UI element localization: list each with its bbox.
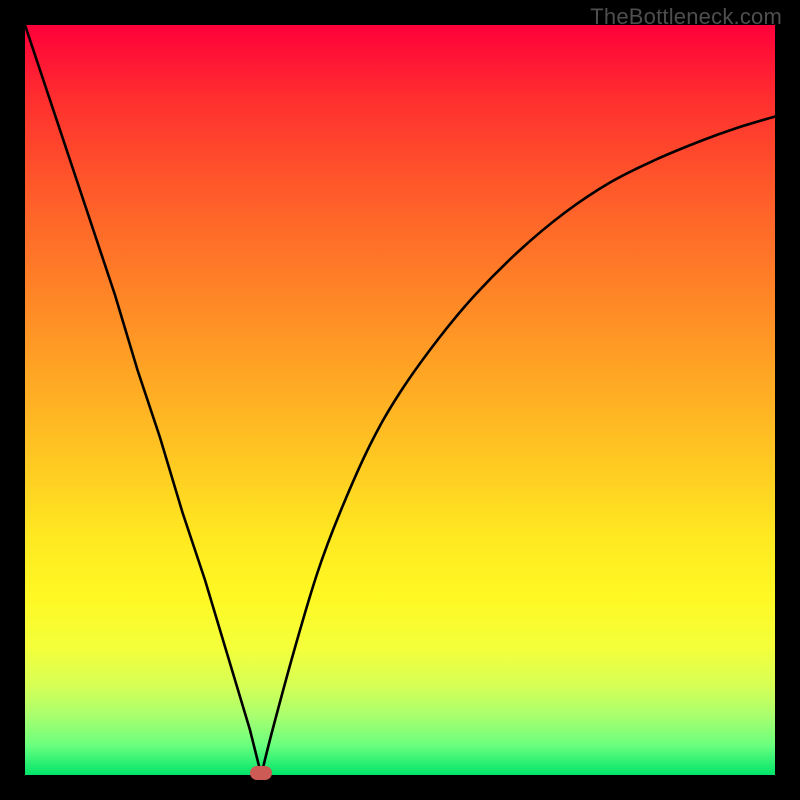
minimum-marker [250, 766, 272, 780]
plot-area [25, 25, 775, 775]
curve-layer [25, 25, 775, 775]
watermark-text: TheBottleneck.com [590, 4, 782, 30]
chart-frame: TheBottleneck.com [0, 0, 800, 800]
bottleneck-curve [25, 25, 775, 775]
